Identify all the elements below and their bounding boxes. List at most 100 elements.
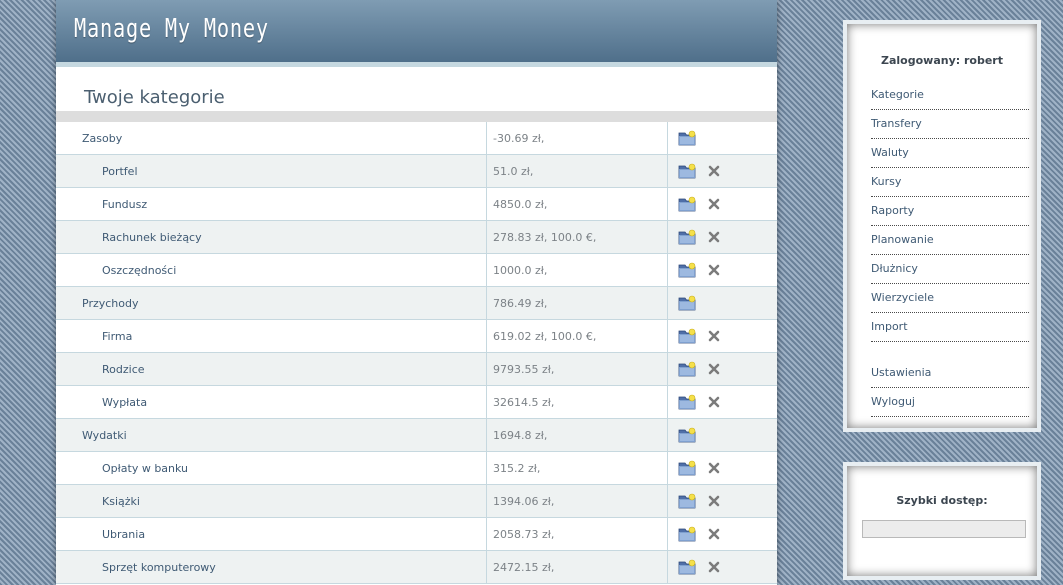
actions-group <box>668 262 777 278</box>
actions-group <box>668 196 777 212</box>
delete-x-icon[interactable] <box>708 561 720 573</box>
quick-access-title: Szybki dostęp: <box>896 494 988 507</box>
category-name-cell: Rachunek bieżący <box>56 220 487 254</box>
category-row: Firma 619.02 zł, 100.0 €, <box>56 319 777 353</box>
folder-edit-icon[interactable] <box>678 460 696 476</box>
category-row: Przychody 786.49 zł, <box>56 286 777 320</box>
category-row: Zasoby -30.69 zł, <box>56 122 777 155</box>
category-name[interactable]: Opłaty w banku <box>56 462 188 475</box>
delete-x-icon[interactable] <box>708 363 720 375</box>
category-value: 786.49 zł, <box>486 286 668 320</box>
nav-ustawienia[interactable]: Ustawienia <box>871 360 1029 388</box>
category-name-cell: Oszczędności <box>56 253 487 287</box>
delete-x-icon[interactable] <box>708 528 720 540</box>
quick-access-input[interactable] <box>862 520 1026 538</box>
delete-x-icon[interactable] <box>708 495 720 507</box>
category-row: Książki 1394.06 zł, <box>56 484 777 518</box>
folder-edit-icon[interactable] <box>678 394 696 410</box>
category-value: 2472.15 zł, <box>486 550 668 584</box>
category-name-cell: Przychody <box>56 286 487 320</box>
delete-x-icon[interactable] <box>708 396 720 408</box>
category-value: 315.2 zł, <box>486 451 668 485</box>
category-value: 619.02 zł, 100.0 €, <box>486 319 668 353</box>
delete-x-icon[interactable] <box>708 198 720 210</box>
folder-edit-icon[interactable] <box>678 229 696 245</box>
category-name-cell: Ubrania <box>56 517 487 551</box>
title-separator <box>56 111 777 122</box>
delete-x-icon[interactable] <box>708 165 720 177</box>
quick-access-panel: Szybki dostęp: <box>843 462 1041 580</box>
nav-kursy[interactable]: Kursy <box>871 169 1029 197</box>
nav-dluznicy[interactable]: Dłużnicy <box>871 256 1029 284</box>
folder-edit-icon[interactable] <box>678 559 696 575</box>
category-name[interactable]: Ubrania <box>56 528 145 541</box>
category-actions <box>667 550 777 584</box>
category-value: 32614.5 zł, <box>486 385 668 419</box>
category-name-cell: Wypłata <box>56 385 487 419</box>
folder-edit-icon[interactable] <box>678 493 696 509</box>
category-value: 1000.0 zł, <box>486 253 668 287</box>
category-name[interactable]: Sprzęt komputerowy <box>56 561 216 574</box>
category-name[interactable]: Oszczędności <box>56 264 176 277</box>
category-value: 9793.55 zł, <box>486 352 668 386</box>
nav-kategorie[interactable]: Kategorie <box>871 82 1029 110</box>
category-name[interactable]: Firma <box>56 330 132 343</box>
main-content: Manage My Money Twoje kategorie Zasoby -3… <box>56 0 777 585</box>
category-value: 4850.0 zł, <box>486 187 668 221</box>
delete-x-icon[interactable] <box>708 462 720 474</box>
folder-edit-icon[interactable] <box>678 262 696 278</box>
category-actions <box>667 484 777 518</box>
category-actions <box>667 517 777 551</box>
category-name[interactable]: Fundusz <box>56 198 147 211</box>
category-actions <box>667 385 777 419</box>
nav-wierzyciele[interactable]: Wierzyciele <box>871 285 1029 313</box>
actions-group <box>668 427 777 443</box>
nav-transfery[interactable]: Transfery <box>871 111 1029 139</box>
category-actions <box>667 319 777 353</box>
category-name-cell: Książki <box>56 484 487 518</box>
folder-edit-icon[interactable] <box>678 526 696 542</box>
category-row: Sprzęt komputerowy 2472.15 zł, <box>56 550 777 584</box>
header: Manage My Money <box>56 0 777 67</box>
category-name-cell: Firma <box>56 319 487 353</box>
folder-edit-icon[interactable] <box>678 295 696 311</box>
category-name[interactable]: Książki <box>56 495 140 508</box>
nav-raporty[interactable]: Raporty <box>871 198 1029 226</box>
app-logo[interactable]: Manage My Money <box>74 14 269 44</box>
category-actions <box>667 154 777 188</box>
category-row: Wydatki 1694.8 zł, <box>56 418 777 452</box>
nav-waluty[interactable]: Waluty <box>871 140 1029 168</box>
category-name[interactable]: Rodzice <box>56 363 145 376</box>
delete-x-icon[interactable] <box>708 231 720 243</box>
page-title: Twoje kategorie <box>84 87 225 108</box>
category-value: -30.69 zł, <box>486 122 668 155</box>
category-value: 2058.73 zł, <box>486 517 668 551</box>
folder-edit-icon[interactable] <box>678 427 696 443</box>
category-actions <box>667 220 777 254</box>
folder-edit-icon[interactable] <box>678 130 696 146</box>
category-name[interactable]: Przychody <box>56 297 139 310</box>
folder-edit-icon[interactable] <box>678 196 696 212</box>
category-name[interactable]: Portfel <box>56 165 138 178</box>
actions-group <box>668 493 777 509</box>
category-actions <box>667 451 777 485</box>
actions-group <box>668 460 777 476</box>
category-name[interactable]: Wypłata <box>56 396 147 409</box>
category-row: Opłaty w banku 315.2 zł, <box>56 451 777 485</box>
user-panel: Zalogowany: robert Kategorie Transfery W… <box>843 20 1041 432</box>
nav-import[interactable]: Import <box>871 314 1029 342</box>
actions-group <box>668 361 777 377</box>
nav-planowanie[interactable]: Planowanie <box>871 227 1029 255</box>
nav-wyloguj[interactable]: Wyloguj <box>871 389 1029 417</box>
category-name[interactable]: Rachunek bieżący <box>56 231 202 244</box>
folder-edit-icon[interactable] <box>678 361 696 377</box>
folder-edit-icon[interactable] <box>678 328 696 344</box>
category-actions <box>667 122 777 155</box>
actions-group <box>668 526 777 542</box>
category-name[interactable]: Wydatki <box>56 429 127 442</box>
category-name[interactable]: Zasoby <box>56 132 122 145</box>
folder-edit-icon[interactable] <box>678 163 696 179</box>
delete-x-icon[interactable] <box>708 330 720 342</box>
delete-x-icon[interactable] <box>708 264 720 276</box>
category-name-cell: Wydatki <box>56 418 487 452</box>
